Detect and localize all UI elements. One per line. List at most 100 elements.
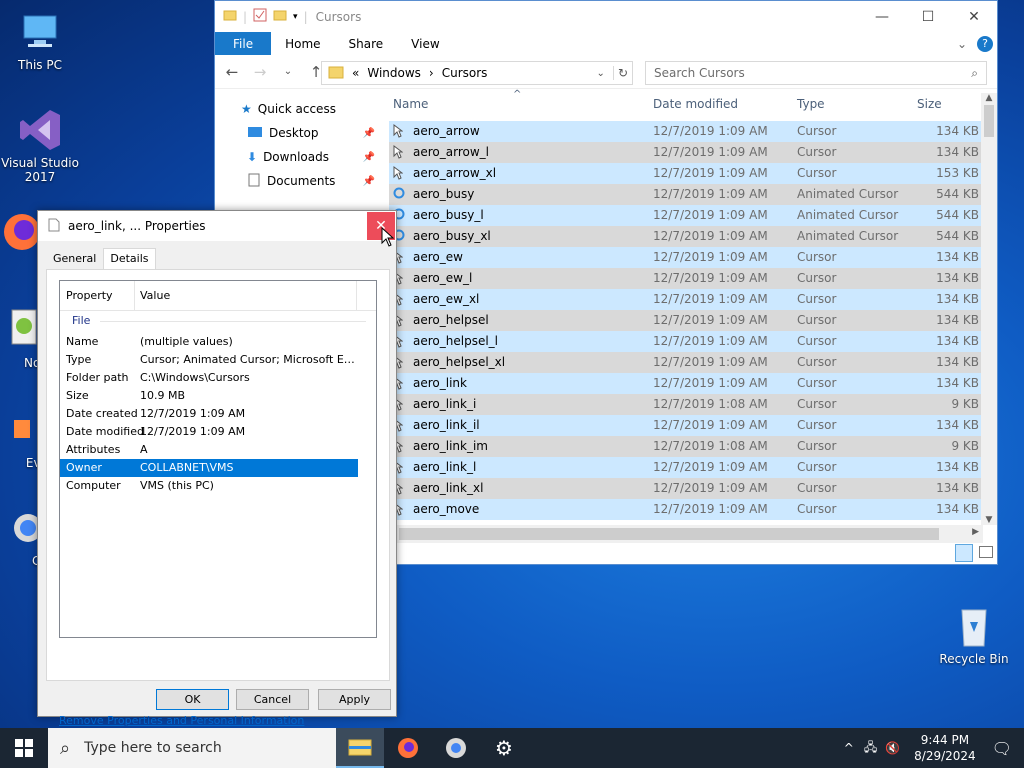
file-row[interactable]: aero_ew_xl 12/7/2019 1:09 AM Cursor 134 KB: [389, 289, 983, 310]
file-row[interactable]: aero_move 12/7/2019 1:09 AM Cursor 134 KB: [389, 499, 983, 520]
details-view-icon[interactable]: [955, 544, 973, 562]
maximize-button[interactable]: ☐: [905, 1, 951, 32]
file-row[interactable]: aero_link_xl 12/7/2019 1:09 AM Cursor 134 K…: [389, 478, 983, 499]
scroll-thumb[interactable]: [984, 105, 994, 137]
file-row[interactable]: aero_ew_l 12/7/2019 1:09 AM Cursor 134 KB: [389, 268, 983, 289]
file-row[interactable]: aero_busy_l 12/7/2019 1:09 AM Animated Cur…: [389, 205, 983, 226]
file-row[interactable]: aero_arrow_xl 12/7/2019 1:09 AM Cursor 153 …: [389, 163, 983, 184]
clock[interactable]: 9:44 PM 8/29/2024: [914, 732, 976, 764]
explorer-titlebar[interactable]: | ▾ | Cursors — ☐ ✕: [215, 1, 997, 32]
file-row[interactable]: aero_link_i 12/7/2019 1:08 AM Cursor 9 KB: [389, 394, 983, 415]
taskbar-chromium[interactable]: [432, 728, 480, 768]
taskbar-settings[interactable]: ⚙: [480, 728, 528, 768]
property-row[interactable]: Owner COLLABNET\VMS: [60, 459, 358, 477]
ok-button[interactable]: OK: [156, 689, 229, 710]
recent-locations-icon[interactable]: ⌄: [277, 66, 299, 77]
scroll-thumb[interactable]: [399, 528, 939, 540]
file-row[interactable]: aero_arrow_l 12/7/2019 1:09 AM Cursor 134 K…: [389, 142, 983, 163]
address-overflow[interactable]: «: [352, 66, 359, 80]
apply-button[interactable]: Apply: [318, 689, 391, 710]
taskbar-file-explorer[interactable]: [336, 728, 384, 768]
property-row[interactable]: Attributes A: [60, 441, 376, 459]
column-name[interactable]: Name: [393, 97, 428, 111]
file-list[interactable]: Name ^ Date modified Type Size aero_arro…: [389, 89, 983, 521]
property-row[interactable]: Computer VMS (this PC): [60, 477, 376, 495]
customize-toolbar-icon[interactable]: ▾: [293, 12, 298, 22]
close-button[interactable]: ✕: [951, 1, 997, 32]
column-value[interactable]: Value: [140, 289, 170, 302]
expand-ribbon-icon[interactable]: ⌄: [957, 37, 967, 51]
dialog-titlebar[interactable]: aero_link, ... Properties: [38, 211, 396, 241]
desktop-icon-visual-studio[interactable]: Visual Studio 2017: [0, 106, 80, 184]
nav-item-downloads[interactable]: ⬇ Downloads 📌: [215, 145, 385, 169]
column-property[interactable]: Property: [66, 289, 113, 302]
properties-dialog[interactable]: aero_link, ... Properties ✕ General Deta…: [37, 210, 397, 727]
forward-arrow-icon[interactable]: →: [249, 63, 271, 81]
show-hidden-icons-icon[interactable]: ^: [844, 741, 854, 755]
file-date: 12/7/2019 1:09 AM: [653, 460, 768, 474]
taskbar-search-box[interactable]: ⌕ Type here to search: [48, 728, 336, 768]
taskbar-firefox[interactable]: [384, 728, 432, 768]
column-type[interactable]: Type: [797, 97, 825, 111]
minimize-button[interactable]: —: [859, 1, 905, 32]
network-icon[interactable]: 🖧: [864, 738, 877, 759]
property-row[interactable]: Size 10.9 MB: [60, 387, 376, 405]
address-bar[interactable]: « Windows › Cursors ⌄ ↻: [321, 61, 633, 85]
scroll-down-icon[interactable]: ▼: [981, 515, 997, 525]
cursor-file-icon: [393, 124, 405, 138]
tab-share[interactable]: Share: [335, 32, 398, 55]
column-size[interactable]: Size: [917, 97, 942, 111]
pin-icon[interactable]: 📌: [363, 128, 375, 139]
nav-item-desktop[interactable]: Desktop 📌: [215, 121, 385, 145]
property-row[interactable]: Type Cursor; Animated Cursor; Microsoft E…: [60, 351, 376, 369]
file-row[interactable]: aero_helpsel_l 12/7/2019 1:09 AM Cursor 134…: [389, 331, 983, 352]
tab-details[interactable]: Details: [103, 248, 156, 269]
search-input[interactable]: Search Cursors ⌕: [645, 61, 987, 85]
file-row[interactable]: aero_link_im 12/7/2019 1:08 AM Cursor 9 KB: [389, 436, 983, 457]
large-icons-view-icon[interactable]: [979, 546, 993, 558]
property-row[interactable]: Name (multiple values): [60, 333, 376, 351]
file-row[interactable]: aero_link 12/7/2019 1:09 AM Cursor 134 KB: [389, 373, 983, 394]
file-row[interactable]: aero_helpsel_xl 12/7/2019 1:09 AM Cursor 13…: [389, 352, 983, 373]
pin-icon[interactable]: 📌: [363, 176, 375, 187]
tab-home[interactable]: Home: [271, 32, 334, 55]
breadcrumb-windows[interactable]: Windows: [367, 66, 421, 80]
property-row[interactable]: Date created 12/7/2019 1:09 AM: [60, 405, 376, 423]
file-row[interactable]: aero_arrow 12/7/2019 1:09 AM Cursor 134 KB: [389, 121, 983, 142]
horizontal-scrollbar[interactable]: ▶: [389, 525, 983, 543]
vertical-scrollbar[interactable]: ▲ ▼: [981, 93, 997, 525]
pin-icon[interactable]: 📌: [363, 152, 375, 163]
property-row[interactable]: Date modified 12/7/2019 1:09 AM: [60, 423, 376, 441]
property-list-header: Property Value: [60, 281, 376, 311]
back-arrow-icon[interactable]: ←: [221, 63, 243, 81]
file-row[interactable]: aero_busy_xl 12/7/2019 1:09 AM Animated Cu…: [389, 226, 983, 247]
file-row[interactable]: aero_busy 12/7/2019 1:09 AM Animated Curso…: [389, 184, 983, 205]
file-row[interactable]: aero_link_il 12/7/2019 1:09 AM Cursor 134 K…: [389, 415, 983, 436]
notifications-icon[interactable]: 🗨: [992, 739, 1012, 758]
file-row[interactable]: aero_ew 12/7/2019 1:09 AM Cursor 134 KB: [389, 247, 983, 268]
desktop-icon-this-pc[interactable]: This PC: [0, 8, 80, 72]
cancel-button[interactable]: Cancel: [236, 689, 309, 710]
scroll-up-icon[interactable]: ▲: [981, 93, 997, 103]
address-dropdown-icon[interactable]: ⌄: [597, 68, 605, 79]
tab-view[interactable]: View: [397, 32, 453, 55]
nav-item-documents[interactable]: Documents 📌: [215, 169, 385, 193]
property-row[interactable]: Folder path C:\Windows\Cursors: [60, 369, 376, 387]
scroll-right-icon[interactable]: ▶: [972, 527, 979, 537]
desktop-icon-recycle-bin[interactable]: Recycle Bin: [934, 602, 1014, 666]
file-row[interactable]: aero_helpsel 12/7/2019 1:09 AM Cursor 134 K…: [389, 310, 983, 331]
start-button[interactable]: [0, 728, 48, 768]
tab-file[interactable]: File: [215, 32, 272, 55]
breadcrumb-cursors[interactable]: Cursors: [442, 66, 488, 80]
refresh-icon[interactable]: ↻: [612, 66, 632, 80]
property-list[interactable]: Property Value File Name (multiple values…: [59, 280, 377, 638]
properties-toolbar-icon[interactable]: [253, 8, 267, 25]
new-folder-toolbar-icon[interactable]: [273, 8, 287, 25]
nav-item-quick-access[interactable]: ★ Quick access: [215, 97, 385, 121]
volume-muted-icon[interactable]: 🔇: [885, 741, 900, 755]
file-row[interactable]: aero_link_l 12/7/2019 1:09 AM Cursor 134 KB: [389, 457, 983, 478]
remove-properties-link[interactable]: Remove Properties and Personal Informati…: [59, 714, 304, 727]
tab-general[interactable]: General: [46, 248, 103, 269]
help-icon[interactable]: ?: [977, 35, 993, 52]
column-date-modified[interactable]: Date modified: [653, 97, 738, 111]
